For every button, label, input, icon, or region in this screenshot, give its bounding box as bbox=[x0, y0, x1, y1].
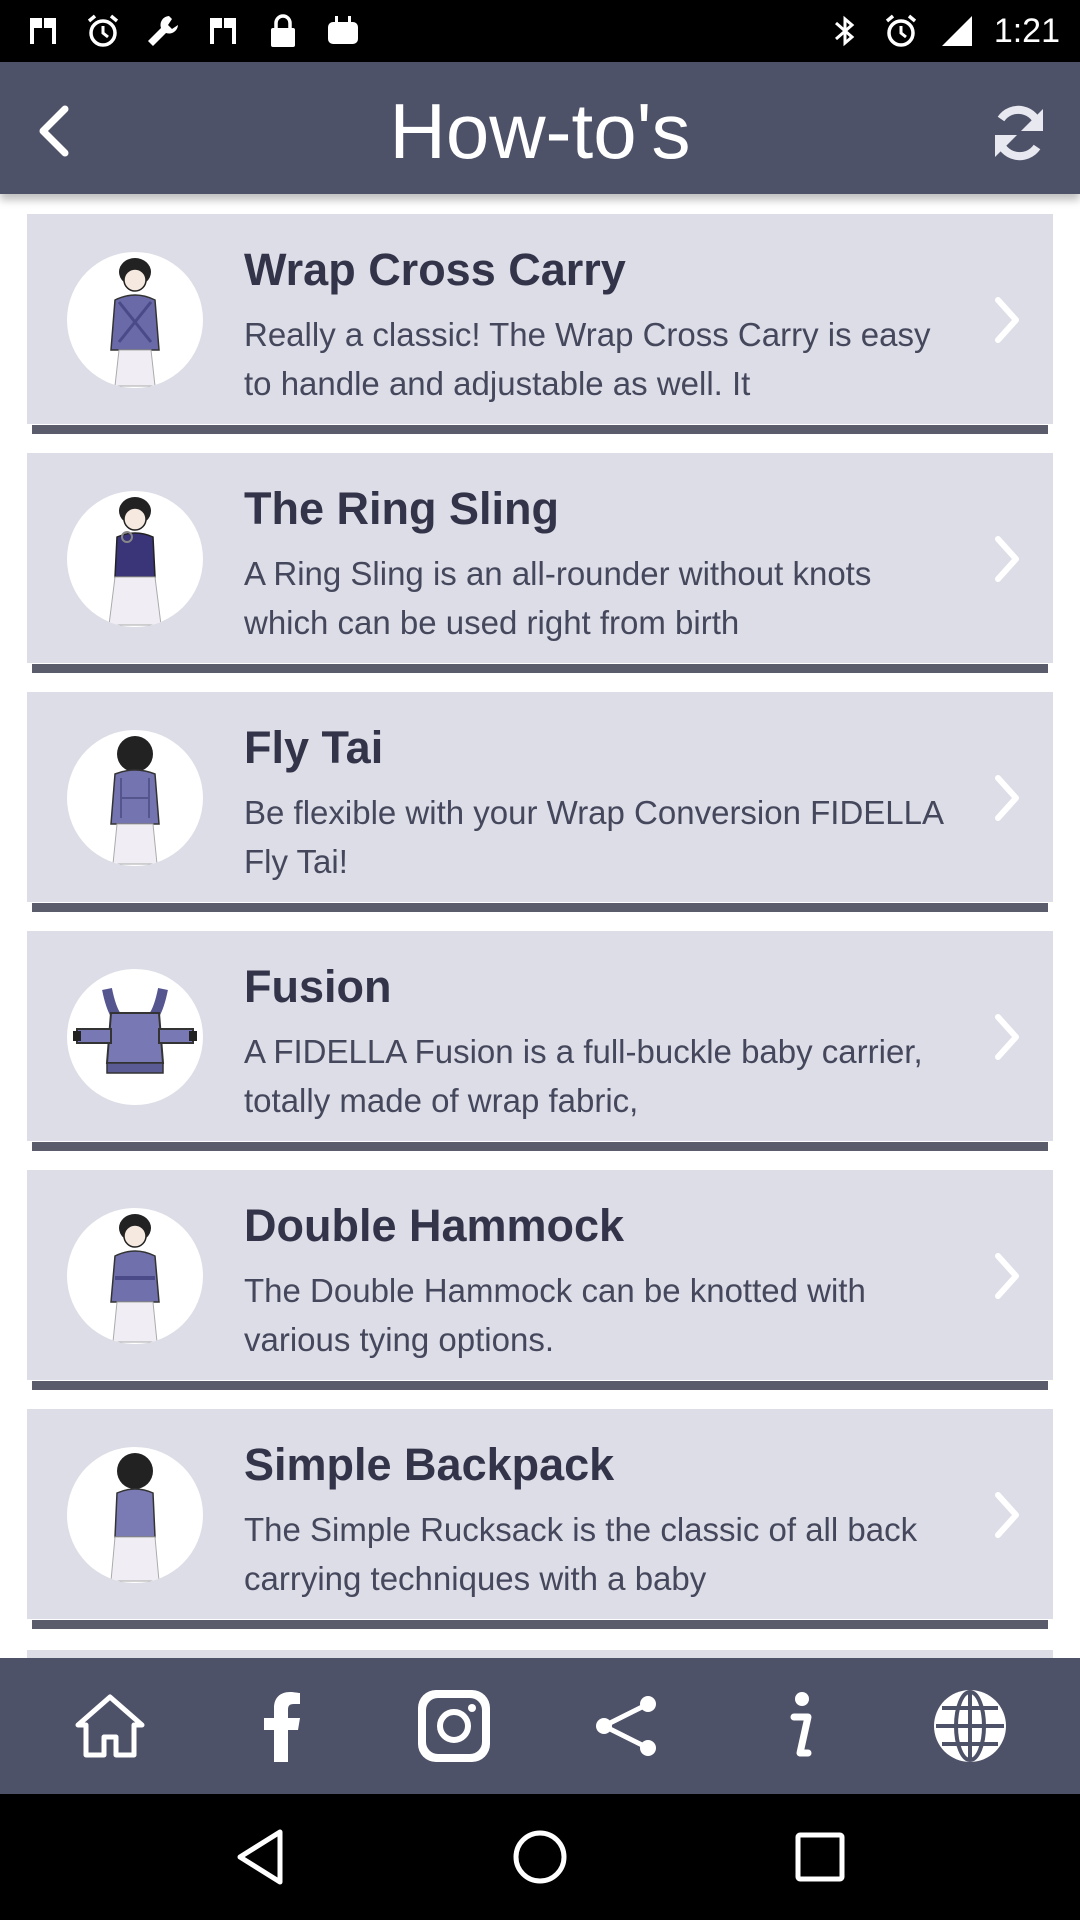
item-description: Really a classic! The Wrap Cross Carry i… bbox=[244, 316, 931, 402]
ring-sling-illustration-icon bbox=[108, 497, 162, 626]
website-button[interactable] bbox=[925, 1681, 1015, 1771]
globe-icon bbox=[934, 1690, 1006, 1762]
home-button[interactable] bbox=[65, 1681, 155, 1771]
simple-backpack-illustration-icon bbox=[110, 1453, 160, 1582]
list-item[interactable]: Fusion A FIDELLA Fusion is a full-buckle… bbox=[27, 931, 1053, 1151]
list-item[interactable]: Fly Tai Be flexible with your Wrap Conve… bbox=[27, 692, 1053, 912]
item-title: Fusion bbox=[244, 961, 392, 1012]
chevron-right-icon bbox=[983, 1009, 1033, 1065]
avatar bbox=[67, 252, 203, 388]
item-title: Simple Backpack bbox=[244, 1439, 615, 1490]
item-description: A Ring Sling is an all-rounder without k… bbox=[244, 555, 872, 641]
status-bar: 1:21 bbox=[0, 0, 1080, 62]
avatar bbox=[67, 969, 203, 1105]
item-description: Be flexible with your Wrap Conversion FI… bbox=[244, 794, 943, 880]
item-title: Wrap Cross Carry bbox=[244, 244, 626, 295]
fly-tai-illustration-icon bbox=[110, 736, 160, 865]
chevron-right-icon bbox=[983, 1248, 1033, 1304]
instagram-icon bbox=[418, 1690, 490, 1762]
facebook-icon bbox=[264, 1692, 300, 1762]
bill-icon bbox=[24, 12, 62, 50]
alarm-clock-icon bbox=[84, 12, 122, 50]
chevron-right-icon bbox=[983, 1487, 1033, 1543]
list-item[interactable]: Wrap Cross Carry Really a classic! The W… bbox=[27, 214, 1053, 434]
lock-icon bbox=[264, 12, 302, 50]
avatar bbox=[67, 730, 203, 866]
avatar bbox=[67, 1208, 203, 1344]
instagram-button[interactable] bbox=[409, 1681, 499, 1771]
triangle-back-icon bbox=[237, 1829, 283, 1885]
list-item[interactable]: Simple Backpack The Simple Rucksack is t… bbox=[27, 1409, 1053, 1629]
avatar bbox=[67, 1447, 203, 1583]
bluetooth-icon bbox=[826, 12, 864, 50]
home-icon bbox=[75, 1694, 145, 1758]
item-description: The Double Hammock can be knotted with v… bbox=[244, 1272, 866, 1358]
app-header: How-to's bbox=[0, 62, 1080, 194]
chevron-right-icon bbox=[983, 770, 1033, 826]
android-icon bbox=[324, 12, 362, 50]
refresh-button[interactable] bbox=[984, 98, 1054, 168]
bottom-toolbar bbox=[0, 1658, 1080, 1794]
nav-back-button[interactable] bbox=[220, 1817, 300, 1897]
share-icon bbox=[596, 1696, 656, 1756]
info-button[interactable] bbox=[753, 1681, 843, 1771]
circle-home-icon bbox=[513, 1830, 567, 1884]
status-right-icons: 1:21 bbox=[826, 10, 1060, 52]
nav-home-button[interactable] bbox=[500, 1817, 580, 1897]
list-item[interactable]: Double Hammock The Double Hammock can be… bbox=[27, 1170, 1053, 1390]
item-title: The Ring Sling bbox=[244, 483, 559, 534]
wrap-cross-carry-illustration-icon bbox=[110, 258, 160, 387]
status-left-icons bbox=[24, 10, 362, 52]
item-title: Double Hammock bbox=[244, 1200, 625, 1251]
status-time: 1:21 bbox=[993, 11, 1060, 50]
signal-icon bbox=[938, 12, 976, 50]
avatar bbox=[67, 491, 203, 627]
list-item[interactable]: The Ring Sling A Ring Sling is an all-ro… bbox=[27, 453, 1053, 673]
fusion-carrier-icon bbox=[73, 987, 197, 1074]
nav-recents-button[interactable] bbox=[780, 1817, 860, 1897]
list-item[interactable] bbox=[27, 1650, 1053, 1658]
refresh-icon bbox=[995, 105, 1043, 161]
item-description: A FIDELLA Fusion is a full-buckle baby c… bbox=[244, 1033, 923, 1119]
item-title: Fly Tai bbox=[244, 722, 384, 773]
system-nav-bar bbox=[0, 1794, 1080, 1920]
chevron-right-icon bbox=[983, 292, 1033, 348]
page-title: How-to's bbox=[389, 87, 691, 175]
howto-list: Wrap Cross Carry Really a classic! The W… bbox=[0, 194, 1080, 1658]
share-button[interactable] bbox=[581, 1681, 671, 1771]
info-icon bbox=[790, 1692, 812, 1757]
chevron-right-icon bbox=[983, 531, 1033, 587]
bill-icon bbox=[204, 12, 242, 50]
wrench-icon bbox=[144, 12, 182, 50]
item-description: The Simple Rucksack is the classic of al… bbox=[244, 1511, 918, 1597]
facebook-button[interactable] bbox=[237, 1681, 327, 1771]
square-recents-icon bbox=[795, 1832, 845, 1882]
alarm-clock-icon bbox=[882, 12, 920, 50]
double-hammock-illustration-icon bbox=[110, 1214, 160, 1343]
